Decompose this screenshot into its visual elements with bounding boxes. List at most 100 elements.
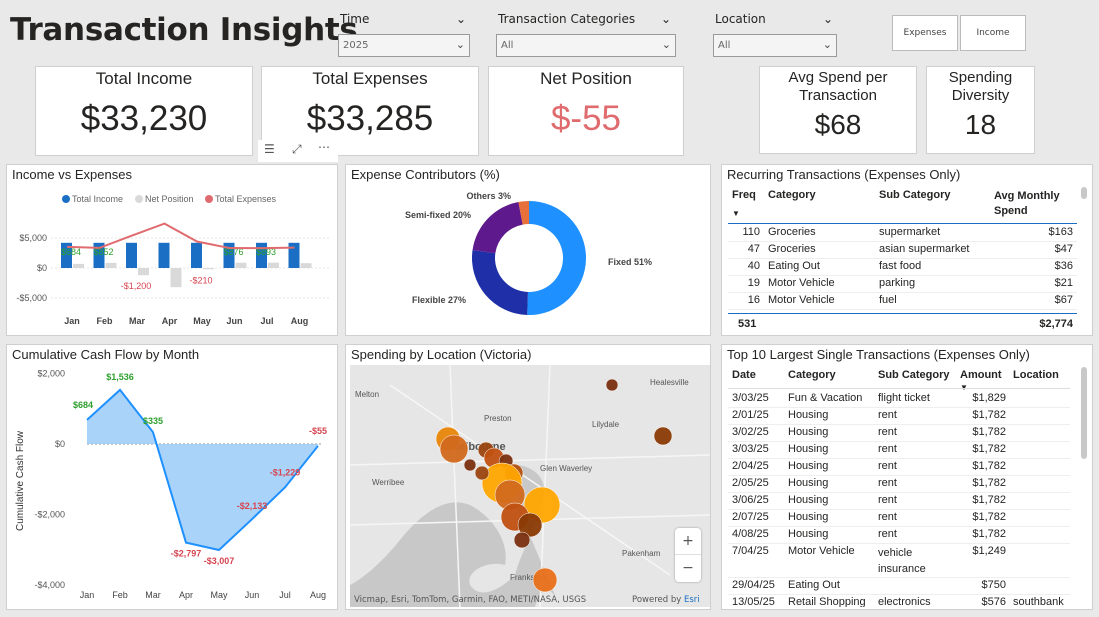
- net-position-bar: [203, 268, 214, 270]
- freq-header[interactable]: Freq: [732, 189, 756, 201]
- location-slicer-dropdown[interactable]: All ⌄: [713, 34, 837, 57]
- table-cell: 3/03/25: [732, 392, 769, 404]
- table-cell: Housing: [788, 477, 829, 489]
- location-header[interactable]: Location: [1013, 369, 1059, 381]
- expense-contributors-chart: Fixed 51% Flexible 27% Semi-fixed 20% Other…: [405, 191, 652, 315]
- y-tick-label: $0: [55, 439, 65, 449]
- zoom-control: + −: [675, 528, 701, 582]
- expenses-button[interactable]: Expenses: [892, 15, 958, 51]
- table-cell: fuel: [879, 294, 897, 306]
- table-row[interactable]: 16 Motor Vehicle fuel $67: [728, 293, 1077, 310]
- table-cell: Housing: [788, 511, 829, 523]
- table-cell: 29/04/25: [732, 579, 775, 591]
- table-row[interactable]: 2/07/25 Housing rent $1,782: [728, 510, 1070, 527]
- table-cell: Eating Out: [768, 260, 820, 272]
- recurring-transactions-panel: Recurring Transactions (Expenses Only) F…: [721, 164, 1093, 336]
- chevron-down-icon[interactable]: ⌄: [661, 12, 671, 26]
- recurring-table: Freq ▼ Category Sub Category Avg Monthly…: [728, 187, 1077, 332]
- table-row[interactable]: 2/05/25 Housing rent $1,782: [728, 476, 1070, 493]
- top10-table: Date Category Sub Category Amount ▼ Loca…: [728, 367, 1070, 607]
- income-button[interactable]: Income: [960, 15, 1026, 51]
- table-cell: 19: [747, 277, 760, 289]
- x-tick-label: Apr: [179, 590, 193, 600]
- sort-descending-icon: ▼: [732, 209, 740, 218]
- table-row[interactable]: 3/03/25 Fun & Vacation flight ticket $1,829: [728, 391, 1070, 408]
- table-row[interactable]: 3/02/25 Housing rent $1,782: [728, 425, 1070, 442]
- place-label: Healesville: [650, 378, 689, 387]
- categories-slicer[interactable]: Transaction Categories ⌄ All ⌄: [496, 12, 678, 58]
- esri-link[interactable]: Esri: [684, 595, 700, 605]
- table-row[interactable]: 7/04/25 Motor Vehicle vehicle insurance $1,…: [728, 544, 1070, 578]
- filter-icon[interactable]: ☰: [264, 142, 275, 156]
- x-tick-label: Mar: [129, 316, 146, 326]
- map-attribution: Vicmap, Esri, TomTom, Garmin, FAO, METI/…: [354, 595, 587, 605]
- table-cell: $750: [981, 579, 1006, 591]
- table-cell: $67: [1054, 294, 1073, 306]
- category-header[interactable]: Category: [788, 369, 836, 381]
- cumulative-cash-flow-panel: Cumulative Cash Flow by Month $2,000 $0 -$…: [6, 344, 338, 610]
- slice-label: Fixed 51%: [608, 257, 652, 267]
- table-row[interactable]: 2/04/25 Housing rent $1,782: [728, 459, 1070, 476]
- table-row[interactable]: 3/03/25 Housing rent $1,782: [728, 442, 1070, 459]
- amount-header[interactable]: Amount: [960, 369, 1002, 381]
- table-row[interactable]: 3/06/25 Housing rent $1,782: [728, 493, 1070, 510]
- total-divider: [728, 313, 1077, 314]
- location-bubble: [653, 426, 673, 446]
- x-tick-label: Mar: [145, 590, 161, 600]
- location-slicer[interactable]: Location ⌄ All ⌄: [713, 12, 839, 58]
- x-tick-label: Jul: [260, 316, 273, 326]
- net-position-bar: [300, 263, 312, 268]
- table-row[interactable]: 4/08/25 Housing rent $1,782: [728, 527, 1070, 544]
- x-tick-label: Feb: [112, 590, 128, 600]
- avg-monthly-spend-header[interactable]: Avg Monthly Spend: [994, 189, 1078, 219]
- location-bubble: [513, 531, 531, 549]
- table-row[interactable]: 29/04/25 Eating Out $750: [728, 578, 1070, 595]
- table-row[interactable]: 13/05/25 Retail Shopping electronics $576 so…: [728, 595, 1070, 607]
- total-income-value: $33,230: [80, 99, 208, 138]
- time-slicer[interactable]: Time ⌄ 2025 ⌄: [338, 12, 470, 58]
- table-row[interactable]: 110 Groceries supermarket $163: [728, 225, 1077, 242]
- zoom-out-button[interactable]: −: [675, 555, 701, 582]
- spending-map[interactable]: MeltonPrestonHealesvilleLilydaleMelbourn…: [350, 365, 710, 607]
- avg-spend-card: Avg Spend per Transaction $68: [759, 66, 917, 154]
- date-header[interactable]: Date: [732, 369, 756, 381]
- table-row[interactable]: 19 Motor Vehicle parking $21: [728, 276, 1077, 293]
- scrollbar[interactable]: [1081, 187, 1087, 199]
- x-tick-label: Aug: [291, 316, 309, 326]
- net-position-value: $-55: [550, 99, 622, 138]
- legend-marker: [62, 195, 70, 203]
- cumulative-cash-flow-title: Cumulative Cash Flow by Month: [12, 347, 200, 362]
- net-position-bar: [170, 268, 182, 288]
- data-label: $1,536: [106, 372, 134, 382]
- more-options-icon[interactable]: ⋯: [318, 140, 330, 154]
- table-cell: 2/04/25: [732, 460, 769, 472]
- spending-map-title: Spending by Location (Victoria): [351, 347, 532, 362]
- chevron-down-icon[interactable]: ⌄: [456, 12, 466, 26]
- table-cell: 2/05/25: [732, 477, 769, 489]
- table-cell: Housing: [788, 528, 829, 540]
- table-cell: Groceries: [768, 226, 816, 238]
- sub-category-header[interactable]: Sub Category: [879, 189, 951, 201]
- categories-slicer-dropdown[interactable]: All ⌄: [496, 34, 676, 57]
- income-vs-expenses-chart: Total Income Net Position Total Expenses $5…: [16, 194, 329, 326]
- chevron-down-icon[interactable]: ⌄: [823, 12, 833, 26]
- table-cell: asian supermarket: [879, 243, 970, 255]
- table-row[interactable]: 40 Eating Out fast food $36: [728, 259, 1077, 276]
- net-position-label: Net Position: [540, 69, 632, 88]
- sub-category-header[interactable]: Sub Category: [878, 369, 950, 381]
- table-row[interactable]: 2/01/25 Housing rent $1,782: [728, 408, 1070, 425]
- zoom-in-button[interactable]: +: [675, 528, 701, 555]
- expense-contributors-panel: Expense Contributors (%) Fixed 51% Flexib…: [345, 164, 711, 336]
- time-slicer-dropdown[interactable]: 2025 ⌄: [338, 34, 470, 57]
- table-cell: supermarket: [879, 226, 941, 238]
- table-cell: 3/06/25: [732, 494, 769, 506]
- powered-by: Powered by Esri: [632, 595, 700, 605]
- legend-label: Net Position: [145, 194, 194, 204]
- table-row[interactable]: 47 Groceries asian supermarket $47: [728, 242, 1077, 259]
- table-cell: rent: [878, 528, 897, 540]
- scrollbar[interactable]: [1081, 367, 1087, 459]
- category-header[interactable]: Category: [768, 189, 816, 201]
- recurring-transactions-title: Recurring Transactions (Expenses Only): [727, 167, 961, 182]
- focus-mode-icon[interactable]: ⤢: [292, 142, 302, 157]
- chevron-down-icon: ⌄: [455, 38, 465, 51]
